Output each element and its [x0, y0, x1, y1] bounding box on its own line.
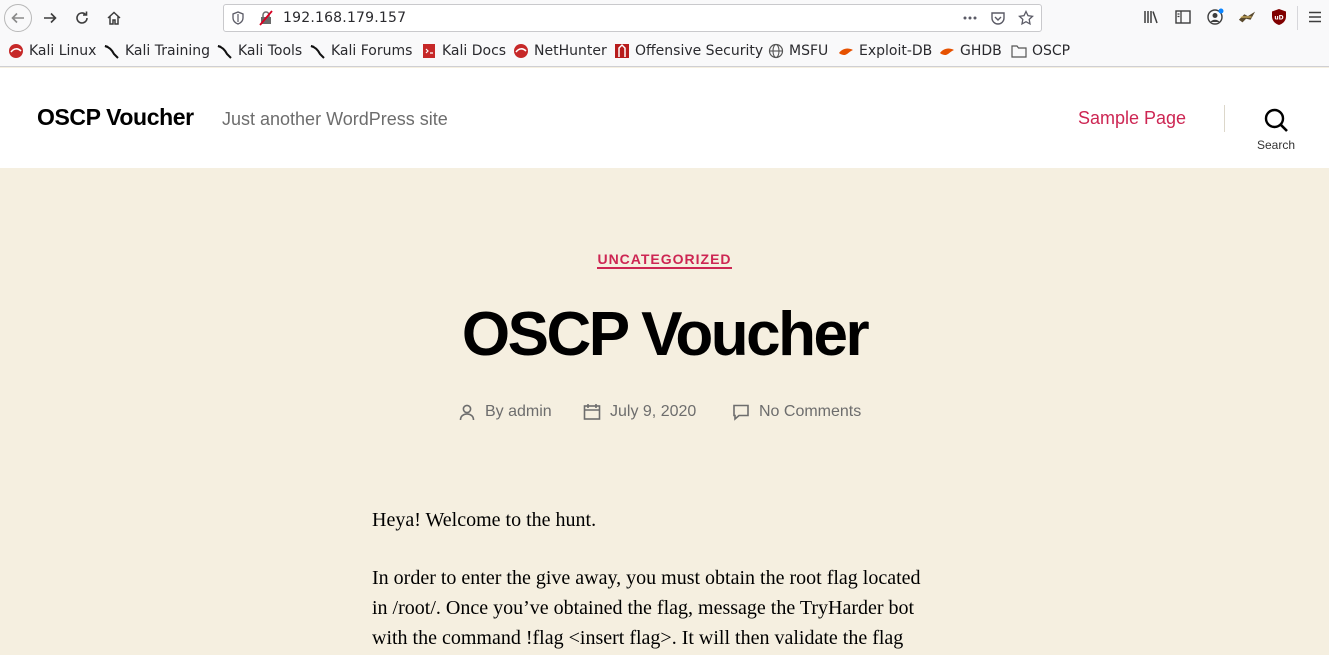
home-icon	[107, 11, 121, 25]
sidebar-toggle-icon[interactable]	[1174, 8, 1192, 26]
user-icon	[457, 402, 477, 422]
hamburger-menu-icon[interactable]	[1306, 8, 1324, 26]
site-title[interactable]: OSCP Voucher	[37, 104, 194, 131]
paragraph-line: with the command !flag <insert flag>. It…	[372, 627, 904, 649]
kali-dragon-icon	[310, 43, 326, 59]
globe-icon	[768, 43, 784, 59]
bookmark-star-icon[interactable]	[1018, 10, 1034, 26]
forward-button[interactable]	[36, 4, 64, 32]
site-tagline: Just another WordPress site	[222, 109, 448, 129]
category-link[interactable]: UNCATEGORIZED	[597, 251, 732, 269]
page-actions-icon[interactable]	[962, 10, 978, 26]
search-label: Search	[1256, 138, 1296, 152]
bookmark-ghdb[interactable]: GHDB	[939, 42, 1002, 60]
kali-dragon-icon	[217, 43, 233, 59]
kali-docs-icon	[421, 43, 437, 59]
search-icon	[1264, 108, 1288, 132]
post-date-text[interactable]: July 9, 2020	[610, 403, 696, 421]
tracking-shield-icon[interactable]	[230, 10, 246, 26]
bookmark-offensive-security[interactable]: Offensive Security	[614, 42, 763, 60]
post-comments[interactable]: No Comments	[731, 402, 861, 422]
paragraph-line: in /root/. Once you’ve obtained the flag…	[372, 597, 915, 619]
folder-icon	[1011, 43, 1027, 59]
post-author[interactable]: By admin	[457, 402, 552, 422]
calendar-icon	[582, 402, 602, 422]
bookmark-msfu[interactable]: MSFU	[768, 42, 828, 60]
bookmark-kali-docs[interactable]: Kali Docs	[421, 42, 506, 60]
post-paragraph-instructions: In order to enter the give away, you mus…	[372, 563, 962, 653]
search-toggle-button[interactable]: Search	[1250, 106, 1302, 156]
paragraph-line: In order to enter the give away, you mus…	[372, 567, 921, 589]
back-button[interactable]	[4, 4, 32, 32]
bookmark-folder-oscp[interactable]: OSCP	[1011, 42, 1070, 60]
reload-button[interactable]	[68, 4, 96, 32]
bookmark-exploit-db[interactable]: Exploit-DB	[838, 42, 932, 60]
post-author-text[interactable]: By admin	[485, 403, 552, 421]
back-arrow-icon	[11, 12, 24, 24]
toolbar-divider	[1297, 6, 1298, 30]
library-icon[interactable]	[1142, 8, 1160, 26]
post-title: OSCP Voucher	[461, 300, 870, 369]
comment-icon	[731, 402, 751, 422]
forward-arrow-icon	[44, 12, 57, 24]
post-comments-text[interactable]: No Comments	[759, 403, 861, 421]
bookmark-kali-tools[interactable]: Kali Tools	[217, 42, 302, 60]
bookmark-kali-training[interactable]: Kali Training	[104, 42, 210, 60]
url-text[interactable]: 192.168.179.157	[283, 10, 406, 26]
kali-icon	[513, 43, 529, 59]
insecure-connection-icon[interactable]	[258, 10, 274, 26]
post-date[interactable]: July 9, 2020	[582, 402, 696, 422]
reload-icon	[76, 11, 88, 24]
exploitdb-icon	[939, 43, 955, 59]
svg-text:uD: uD	[1274, 15, 1283, 22]
kali-dragon-icon	[104, 43, 120, 59]
browser-toolbar: 192.168.179.157 uD	[0, 0, 1329, 36]
kali-icon	[8, 43, 24, 59]
bookmark-kali-linux[interactable]: Kali Linux	[8, 42, 96, 60]
ublock-icon[interactable]: uD	[1270, 8, 1288, 26]
header-divider	[1224, 105, 1225, 132]
bookmark-kali-forums[interactable]: Kali Forums	[310, 42, 412, 60]
url-bar[interactable]: 192.168.179.157	[223, 4, 1042, 32]
offsec-icon	[614, 43, 630, 59]
account-icon[interactable]	[1206, 8, 1224, 26]
post-paragraph-intro: Heya! Welcome to the hunt.	[372, 509, 597, 531]
post-category: UNCATEGORIZED	[0, 249, 1329, 269]
bookmarks-toolbar: Kali Linux Kali Training Kali Tools Kali…	[0, 36, 1329, 67]
pocket-icon[interactable]	[990, 10, 1006, 26]
home-button[interactable]	[100, 4, 128, 32]
extension-icon[interactable]	[1238, 8, 1256, 26]
site-header: OSCP Voucher Just another WordPress site…	[0, 68, 1329, 168]
bookmark-nethunter[interactable]: NetHunter	[513, 42, 607, 60]
nav-sample-page-link[interactable]: Sample Page	[1078, 108, 1186, 129]
exploitdb-icon	[838, 43, 854, 59]
